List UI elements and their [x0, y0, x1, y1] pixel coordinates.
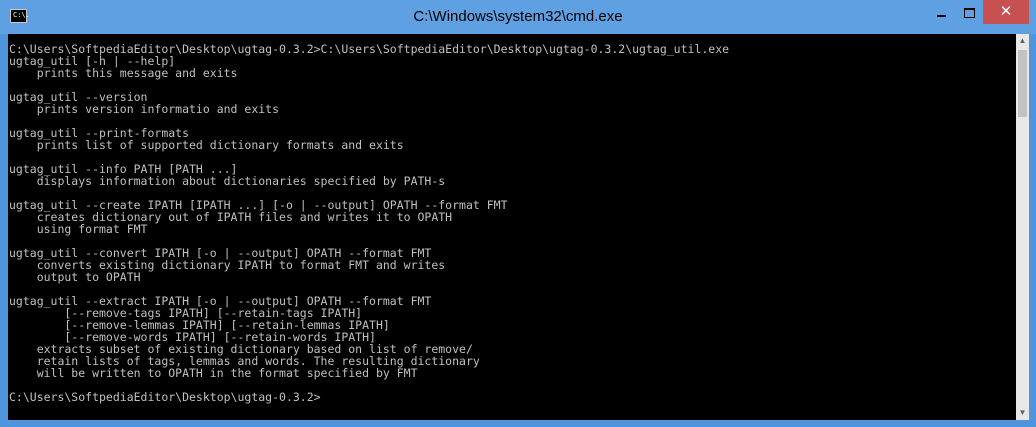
scroll-thumb[interactable]	[1018, 50, 1027, 117]
minimize-icon	[936, 15, 946, 18]
console-text: C:\Users\SoftpediaEditor\Desktop\ugtag-0…	[9, 42, 730, 404]
maximize-button[interactable]	[956, 0, 982, 24]
minimize-button[interactable]	[928, 0, 954, 24]
scroll-down-icon[interactable]: ▼	[1016, 406, 1029, 420]
console-window: C:\. C:\Windows\system32\cmd.exe ✕ C:\Us…	[0, 0, 1036, 427]
console-output[interactable]: C:\Users\SoftpediaEditor\Desktop\ugtag-0…	[8, 34, 1016, 420]
maximize-icon	[963, 8, 975, 19]
title-bar[interactable]: C:\. C:\Windows\system32\cmd.exe ✕	[0, 0, 1036, 34]
vertical-scrollbar[interactable]: ▲ ▼	[1016, 34, 1029, 420]
scroll-up-icon[interactable]: ▲	[1016, 34, 1029, 48]
close-icon: ✕	[999, 3, 1013, 20]
window-bottom-border	[0, 420, 1036, 427]
close-button[interactable]: ✕	[983, 0, 1029, 24]
window-title: C:\Windows\system32\cmd.exe	[413, 8, 623, 25]
